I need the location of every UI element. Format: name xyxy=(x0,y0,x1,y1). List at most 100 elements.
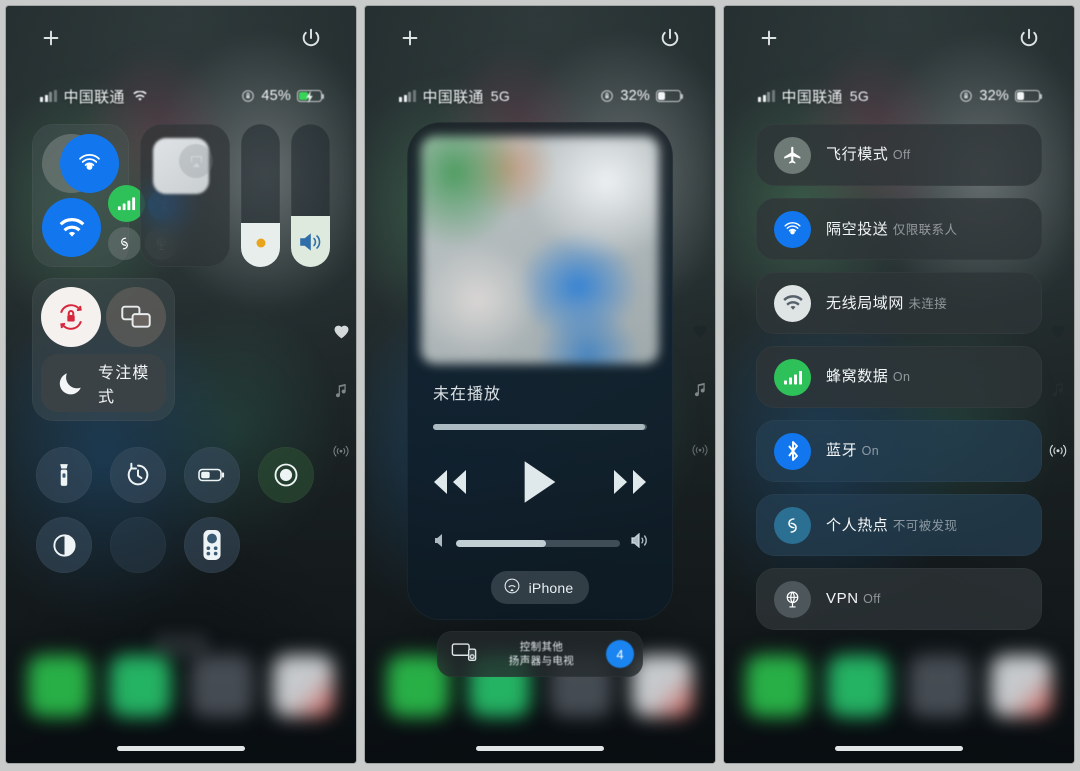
conn-row-text: 飞行模式 Off xyxy=(826,146,911,164)
music-note-icon[interactable] xyxy=(693,381,708,403)
play-icon[interactable] xyxy=(518,459,562,505)
hotspot-icon xyxy=(774,506,811,544)
connectivity-icon[interactable] xyxy=(331,442,351,463)
moon-icon xyxy=(56,369,85,398)
airplay-icon xyxy=(503,577,521,598)
conn-row-subtitle: On xyxy=(861,444,880,458)
conn-row-title: 个人热点 xyxy=(826,517,889,534)
plus-icon[interactable] xyxy=(399,27,421,49)
dark-mode-toggle[interactable] xyxy=(36,517,92,573)
conn-row-airdrop[interactable]: 隔空投送 仅限联系人 xyxy=(756,198,1042,260)
conn-row-bluetooth[interactable]: 蓝牙 On xyxy=(756,420,1042,482)
screen-record-toggle[interactable] xyxy=(258,447,314,503)
music-note-icon[interactable] xyxy=(334,382,349,404)
conn-row-title: VPN xyxy=(826,590,859,607)
personal-hotspot-toggle[interactable] xyxy=(108,227,141,260)
control-other-speakers-bar[interactable]: 控制其他 扬声器与电视 4 xyxy=(437,631,643,677)
volume-icon xyxy=(291,231,330,253)
status-left: 中国联通 xyxy=(40,86,148,107)
conn-row-wifi[interactable]: 无线局域网 未连接 xyxy=(756,272,1042,334)
airdrop-icon xyxy=(774,210,811,248)
volume-slider[interactable] xyxy=(291,124,330,267)
conn-row-vpn[interactable]: VPN Off xyxy=(756,568,1042,630)
battery-percent-label: 32% xyxy=(620,88,650,104)
power-icon[interactable] xyxy=(659,27,681,49)
carrier-label: 中国联通 xyxy=(781,88,843,106)
flashlight-toggle[interactable] xyxy=(36,447,92,503)
focus-mode-label: 专注模式 xyxy=(98,365,150,406)
output-device-row: iPhone xyxy=(433,571,647,604)
player-volume-slider[interactable] xyxy=(456,539,620,547)
timer-toggle[interactable] xyxy=(110,447,166,503)
network-type-label: 5G xyxy=(849,88,870,104)
plus-icon[interactable] xyxy=(758,27,780,49)
airdrop-toggle[interactable] xyxy=(60,134,120,193)
airplane-icon xyxy=(774,136,811,174)
scrubber[interactable] xyxy=(433,424,647,430)
home-indicator[interactable] xyxy=(835,746,963,751)
airplay-icon[interactable] xyxy=(179,144,214,178)
speakers-count-badge[interactable]: 4 xyxy=(606,640,634,668)
battery-percent-label: 32% xyxy=(979,88,1009,104)
brightness-slider[interactable] xyxy=(241,124,281,267)
fast-forward-icon[interactable] xyxy=(608,465,654,499)
now-playing-widget[interactable] xyxy=(140,124,231,267)
power-icon[interactable] xyxy=(1018,27,1040,49)
home-indicator[interactable] xyxy=(476,746,604,751)
heart-icon[interactable] xyxy=(1050,324,1066,343)
music-note-icon[interactable] xyxy=(1051,381,1066,403)
speakers-line-2: 扬声器与电视 xyxy=(508,655,575,667)
three-panel-comparison: 中国联通 45% 专注模式 中国联通 5G 32% 未在播放 iPhone 控制… xyxy=(0,0,1080,771)
player-volume-row xyxy=(433,532,647,553)
wifi-toggle[interactable] xyxy=(42,198,101,257)
rotation-lock-icon xyxy=(959,89,973,103)
rewind-icon[interactable] xyxy=(426,465,472,499)
power-icon[interactable] xyxy=(300,27,322,49)
dock-app-icons xyxy=(746,651,1052,721)
output-device-label: iPhone xyxy=(528,579,574,596)
dock-app-icon[interactable] xyxy=(909,655,971,717)
status-left: 中国联通 5G xyxy=(758,86,869,107)
quick-toggles-grid xyxy=(32,447,322,573)
plus-icon[interactable] xyxy=(40,27,62,49)
conn-row-subtitle: Off xyxy=(892,148,911,162)
output-device-pill[interactable]: iPhone xyxy=(490,571,590,604)
battery-icon xyxy=(656,89,684,103)
status-bar: 中国联通 5G 32% xyxy=(365,78,715,114)
low-power-mode-toggle[interactable] xyxy=(184,447,240,503)
player-volume-fill xyxy=(456,539,547,547)
focus-mode-button[interactable]: 专注模式 xyxy=(41,354,166,412)
conn-row-cellular[interactable]: 蜂窝数据 On xyxy=(756,346,1042,408)
rotation-lock-toggle[interactable] xyxy=(41,287,101,347)
signal-bars-icon xyxy=(40,90,57,102)
next-page-edge-icons xyxy=(1047,324,1069,463)
dock-app-icon[interactable] xyxy=(827,655,889,717)
dock-app-icon[interactable] xyxy=(990,655,1052,717)
screen-mirroring-toggle[interactable] xyxy=(106,287,166,347)
apple-tv-remote-toggle[interactable] xyxy=(184,517,240,573)
track-title: 未在播放 xyxy=(433,386,502,403)
top-bar xyxy=(365,6,715,70)
status-right: 45% xyxy=(241,88,325,104)
carrier-label: 中国联通 xyxy=(63,88,125,106)
status-right: 32% xyxy=(600,88,684,104)
battery-icon xyxy=(297,89,325,104)
dock-app-icon[interactable] xyxy=(746,655,808,717)
empty-toggle-slot[interactable] xyxy=(110,517,166,573)
conn-row-airplane[interactable]: 飞行模式 Off xyxy=(756,124,1042,186)
status-left: 中国联通 5G xyxy=(399,86,510,107)
heart-icon[interactable] xyxy=(333,324,350,344)
conn-row-subtitle: 不可被发现 xyxy=(892,519,958,533)
connectivity-list: 飞行模式 Off 隔空投送 仅限联系人 无线局域网 未连接 蜂窝数据 On 蓝牙… xyxy=(756,124,1042,630)
conn-row-hotspot[interactable]: 个人热点 不可被发现 xyxy=(756,494,1042,556)
heart-icon[interactable] xyxy=(692,324,708,343)
status-bar: 中国联通 5G 32% xyxy=(724,78,1074,114)
rotation-lock-icon xyxy=(600,89,614,103)
carrier-label: 中国联通 xyxy=(422,88,484,106)
connectivity-icon[interactable] xyxy=(690,441,710,462)
rotation-lock-icon xyxy=(241,89,255,103)
next-page-edge-icons xyxy=(331,324,351,463)
volume-min-icon xyxy=(433,533,446,553)
control-center-grid: 专注模式 xyxy=(6,124,356,763)
connectivity-icon[interactable] xyxy=(1047,441,1069,463)
